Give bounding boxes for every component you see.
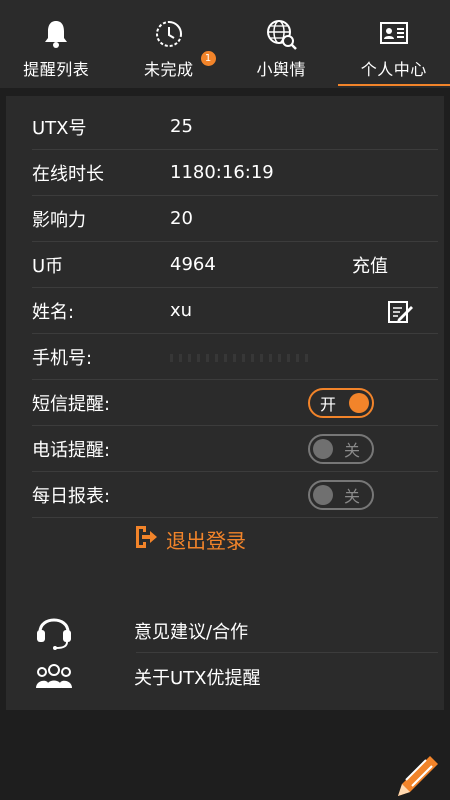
name-row: 姓名: xu [32,288,438,334]
phone-value-redacted [170,354,310,362]
bell-icon [38,16,74,52]
utx-number-label: UTX号 [32,117,87,139]
feedback-menu-item[interactable]: 意见建议/合作 [30,608,444,654]
call-reminder-label: 电话提醒: [32,439,111,461]
toggle-knob [313,485,333,505]
menu-divider [136,652,438,653]
globe-search-icon [263,16,299,52]
tab-label: 提醒列表 [23,60,90,79]
tab-reminder-list[interactable]: 提醒列表 [0,0,113,88]
name-label: 姓名: [32,301,75,323]
daily-report-row: 每日报表: 关 [32,472,438,518]
sms-reminder-label: 短信提醒: [32,393,111,415]
sms-reminder-toggle[interactable]: 开 [308,388,374,418]
feedback-label: 意见建议/合作 [134,622,249,643]
pencil-icon[interactable] [394,752,442,800]
tab-label: 个人中心 [360,60,427,79]
id-card-icon [376,16,412,52]
headset-icon [34,612,74,650]
about-label: 关于UTX优提醒 [134,668,261,689]
online-duration-label: 在线时长 [32,163,104,185]
influence-row: 影响力 20 [32,196,438,242]
daily-report-toggle[interactable]: 关 [308,480,374,510]
name-value: xu [170,300,193,321]
tab-personal-center[interactable]: 个人中心 [337,0,450,88]
logout-icon [134,524,158,554]
toggle-state-label: 开 [320,395,337,414]
utx-number-row: UTX号 25 [32,104,438,150]
utx-number-value: 25 [170,116,193,137]
phone-row: 手机号: [32,334,438,380]
toggle-state-label: 关 [344,487,361,506]
tab-public-opinion[interactable]: 小舆情 [225,0,338,88]
online-duration-row: 在线时长 1180:16:19 [32,150,438,196]
logout-button[interactable]: 退出登录 [134,524,246,554]
toggle-state-label: 关 [344,441,361,460]
notification-badge: 1 [200,51,216,66]
tab-label: 小舆情 [256,60,306,79]
tab-label: 未完成 [143,60,194,79]
recharge-button[interactable]: 充值 [352,252,388,278]
about-menu-item[interactable]: 关于UTX优提醒 [30,654,444,700]
edit-icon[interactable] [388,300,414,324]
toggle-knob [349,393,369,413]
coins-value: 4964 [170,254,216,275]
influence-value: 20 [170,208,193,229]
toggle-knob [313,439,333,459]
clock-icon [151,16,187,52]
daily-report-label: 每日报表: [32,485,111,507]
sms-reminder-row: 短信提醒: 开 [32,380,438,426]
coins-label: U币 [32,255,64,277]
profile-card: UTX号 25 在线时长 1180:16:19 影响力 20 U币 4964 充… [6,96,444,710]
call-reminder-toggle[interactable]: 关 [308,434,374,464]
tab-incomplete[interactable]: 未完成 1 [113,0,226,88]
online-duration-value: 1180:16:19 [170,162,274,183]
influence-label: 影响力 [32,209,86,231]
logout-label: 退出登录 [166,528,246,553]
coins-row: U币 4964 充值 [32,242,438,288]
group-icon [34,658,74,696]
tab-bar: 提醒列表 未完成 1 小舆情 个人中心 [0,0,450,88]
phone-label: 手机号: [32,347,93,369]
call-reminder-row: 电话提醒: 关 [32,426,438,472]
